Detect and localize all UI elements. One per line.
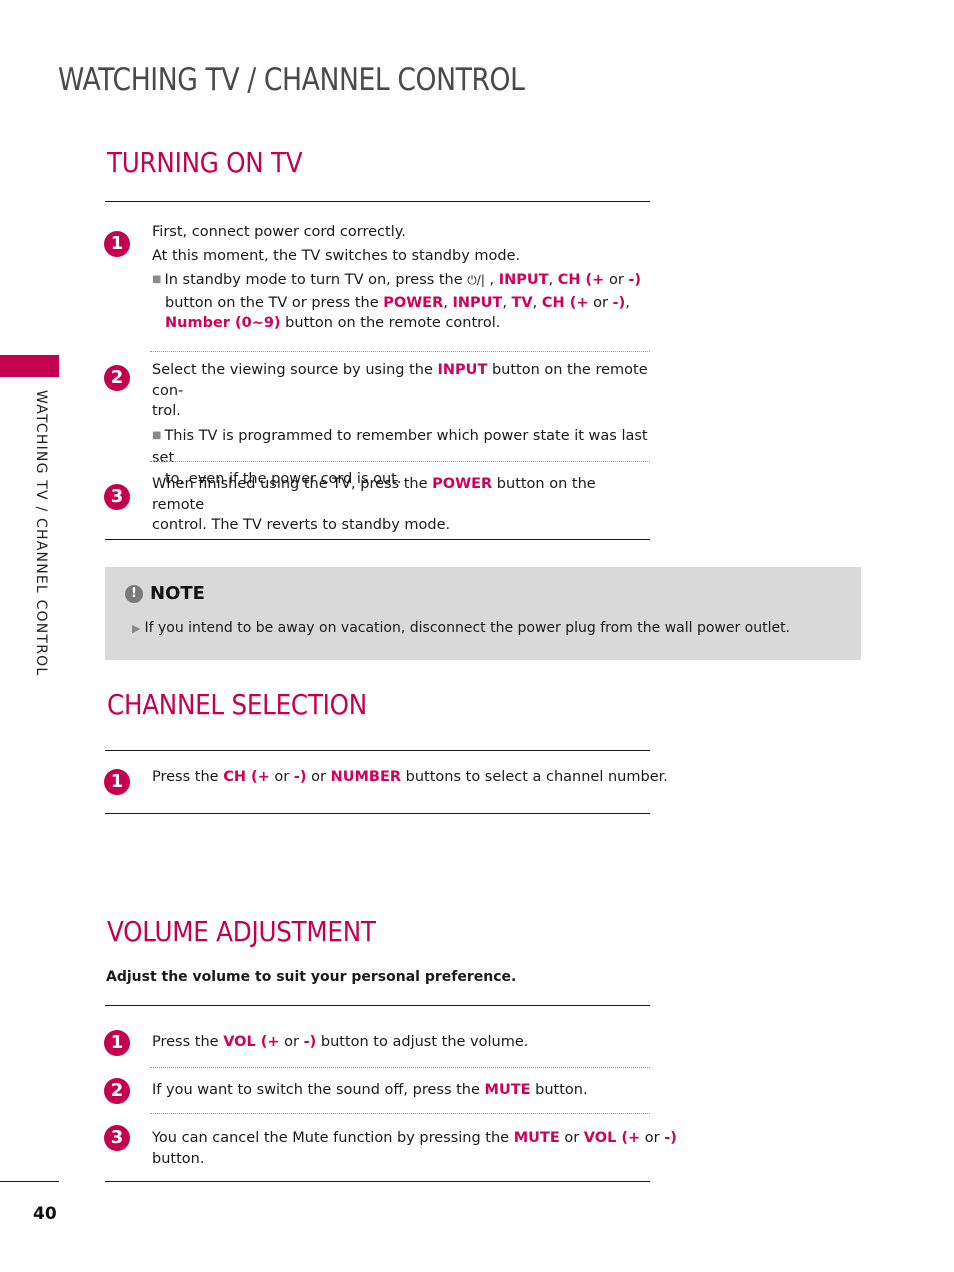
volume-step-3-text: You can cancel the Mute function by pres…	[152, 1130, 677, 1167]
dotted-divider	[150, 461, 650, 462]
channel-step-text: Press the CH (+ or -) or NUMBER buttons …	[152, 769, 668, 785]
bullet-square-icon: ■	[152, 429, 162, 441]
key-ch-minus: -)	[612, 294, 626, 311]
key-vol-plus: VOL (+	[223, 1034, 280, 1050]
section-divider	[105, 813, 650, 814]
section-divider	[105, 201, 650, 202]
volume-step-2-text: If you want to switch the sound off, pre…	[152, 1082, 588, 1098]
key-input: INPUT	[452, 294, 503, 311]
key-mute: MUTE	[484, 1082, 531, 1098]
page-number: 40	[33, 1204, 57, 1224]
key-input: INPUT	[498, 272, 549, 288]
section-title-turning-on: TURNING ON TV	[107, 146, 303, 179]
note-text: ▶ If you intend to be away on vacation, d…	[132, 620, 791, 636]
step-number-badge: 2	[104, 365, 130, 391]
section-divider	[105, 750, 650, 751]
step-1-bullet: ■ In standby mode to turn TV on, press th…	[152, 272, 642, 288]
section-divider	[105, 539, 650, 540]
section-divider	[105, 1005, 650, 1006]
key-number: Number (0~9)	[165, 315, 281, 331]
key-ch-minus: -)	[293, 769, 307, 785]
key-ch-plus: CH (+	[557, 272, 605, 288]
dotted-divider	[150, 1067, 650, 1068]
step-1-text: First, connect power cord correctly. At …	[152, 222, 652, 334]
step-1-line-1: First, connect power cord correctly.	[152, 224, 406, 240]
dotted-divider	[150, 1113, 650, 1114]
step-number-badge: 1	[104, 231, 130, 257]
step-2-text: Select the viewing source by using the I…	[152, 362, 648, 487]
step-3-text: When finished using the TV, press the PO…	[152, 476, 596, 533]
side-section-label: WATCHING TV / CHANNEL CONTROL	[33, 390, 49, 677]
step-number-badge: 1	[104, 769, 130, 795]
power-symbol-icon: ⏻/|	[467, 273, 485, 287]
key-tv: TV	[511, 294, 533, 311]
note-box: ! NOTE ▶ If you intend to be away on vaca…	[105, 567, 861, 660]
step-number-badge: 3	[104, 1125, 130, 1151]
key-number: NUMBER	[330, 769, 402, 785]
key-power: POWER	[383, 294, 444, 311]
step-number-badge: 2	[104, 1078, 130, 1104]
step-number-badge: 3	[104, 484, 130, 510]
page-title: WATCHING TV / CHANNEL CONTROL	[58, 62, 525, 98]
key-vol-minus: -)	[303, 1034, 317, 1050]
step-1-line-2: At this moment, the TV switches to stand…	[152, 247, 521, 264]
section-title-volume-adjustment: VOLUME ADJUSTMENT	[107, 915, 376, 948]
volume-intro: Adjust the volume to suit your personal …	[106, 969, 517, 985]
key-vol-plus: VOL (+	[583, 1130, 641, 1146]
step-1-bullet-cont: button on the TV or press the POWER, INP…	[165, 294, 630, 311]
sidebar-tab-marker	[0, 355, 59, 377]
volume-step-1-text: Press the VOL (+ or -) button to adjust …	[152, 1034, 529, 1050]
note-label: NOTE	[150, 583, 205, 604]
key-ch-plus: CH (+	[223, 769, 270, 785]
dotted-divider	[150, 351, 650, 352]
step-1-bullet-cont-2: Number (0~9) button on the remote contro…	[165, 315, 501, 331]
section-divider	[105, 1181, 650, 1182]
key-input: INPUT	[437, 362, 488, 378]
step-number-badge: 1	[104, 1030, 130, 1056]
key-ch-minus: -)	[628, 272, 642, 288]
bullet-square-icon: ■	[152, 274, 162, 285]
key-ch-plus: CH (+	[541, 294, 589, 311]
triangle-bullet-icon: ▶	[132, 622, 141, 635]
footer-divider	[0, 1181, 59, 1182]
exclamation-icon: !	[125, 585, 143, 603]
key-mute: MUTE	[513, 1130, 560, 1146]
key-vol-minus: -)	[664, 1130, 677, 1146]
key-power: POWER	[432, 476, 493, 492]
section-title-channel-selection: CHANNEL SELECTION	[107, 688, 367, 721]
